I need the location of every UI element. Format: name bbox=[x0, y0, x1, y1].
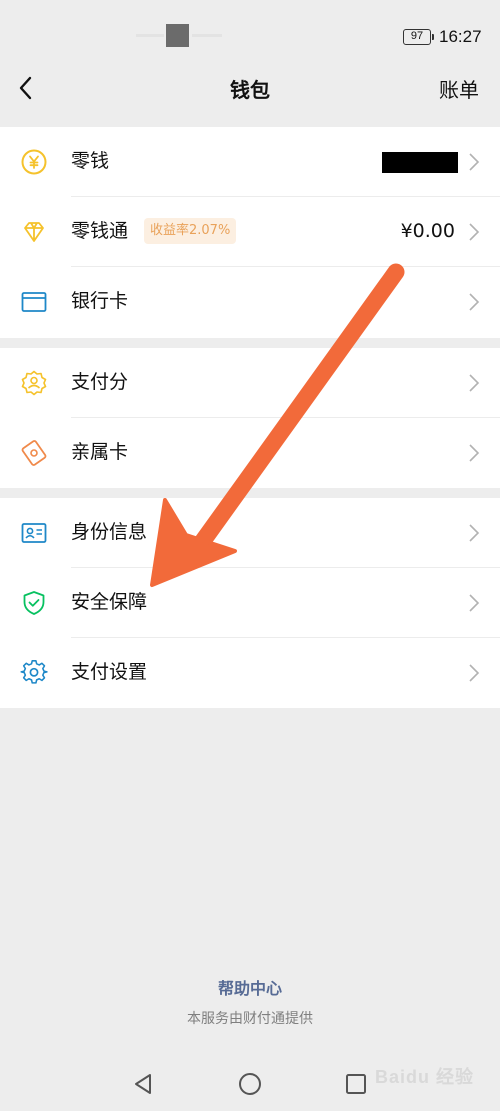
chevron-right-icon bbox=[468, 292, 480, 312]
yield-badge: 收益率2.07% bbox=[144, 218, 237, 244]
provider-note: 本服务由财付通提供 bbox=[187, 1011, 313, 1027]
list-item-identity[interactable]: 身份信息 bbox=[0, 498, 500, 568]
redacted-balance bbox=[382, 152, 458, 173]
item-label: 安全保障 bbox=[71, 591, 148, 613]
list-item-family-card[interactable]: 亲属卡 bbox=[0, 418, 500, 488]
settings-group: 身份信息 安全保障 支付设置 bbox=[0, 498, 500, 708]
balance-amount: ¥0.00 bbox=[400, 220, 455, 242]
page-title: 钱包 bbox=[230, 78, 270, 102]
notification-icon bbox=[166, 24, 189, 47]
clock: 16:27 bbox=[439, 27, 482, 46]
baidu-watermark: Baidu 经验 bbox=[374, 1067, 474, 1087]
gear-icon bbox=[20, 659, 48, 687]
services-group: 支付分 亲属卡 bbox=[0, 348, 500, 488]
nav-bar: 钱包 账单 bbox=[0, 68, 500, 108]
item-label: 支付分 bbox=[71, 371, 129, 393]
item-label: 亲属卡 bbox=[71, 441, 129, 463]
status-blur bbox=[192, 34, 222, 37]
help-center-link[interactable]: 帮助中心 bbox=[0, 975, 500, 999]
list-item-bank-card[interactable]: 银行卡 bbox=[0, 267, 500, 337]
bank-card-icon bbox=[20, 288, 48, 316]
family-card-icon bbox=[20, 439, 48, 467]
status-blur bbox=[136, 34, 164, 37]
diamond-icon bbox=[20, 218, 48, 246]
item-label: 支付设置 bbox=[71, 661, 148, 683]
home-circle-icon[interactable] bbox=[238, 1072, 262, 1096]
id-card-icon bbox=[20, 519, 48, 547]
battery-icon: 97 bbox=[403, 29, 434, 45]
list-item-security[interactable]: 安全保障 bbox=[0, 568, 500, 638]
chevron-right-icon bbox=[468, 373, 480, 393]
item-label: 身份信息 bbox=[71, 521, 148, 543]
bill-link[interactable]: 账单 bbox=[439, 74, 479, 103]
status-bar: 97 16:27 bbox=[0, 0, 500, 68]
chevron-right-icon bbox=[468, 593, 480, 613]
chevron-right-icon bbox=[468, 663, 480, 683]
back-triangle-icon[interactable] bbox=[132, 1072, 156, 1096]
chevron-right-icon bbox=[468, 443, 480, 463]
chevron-right-icon bbox=[468, 222, 480, 242]
list-item-pay-score[interactable]: 支付分 bbox=[0, 348, 500, 418]
recents-square-icon[interactable] bbox=[344, 1072, 368, 1096]
item-label: 零钱通 bbox=[71, 220, 129, 242]
pay-score-icon bbox=[20, 369, 48, 397]
list-item-change-plus[interactable]: 零钱通 收益率2.07% ¥0.00 bbox=[0, 197, 500, 267]
list-item-pay-settings[interactable]: 支付设置 bbox=[0, 638, 500, 708]
coin-yen-icon bbox=[20, 148, 48, 176]
chevron-right-icon bbox=[468, 152, 480, 172]
item-label: 零钱 bbox=[71, 150, 110, 172]
chevron-right-icon bbox=[468, 523, 480, 543]
shield-icon bbox=[20, 589, 48, 617]
item-label: 银行卡 bbox=[71, 290, 129, 312]
